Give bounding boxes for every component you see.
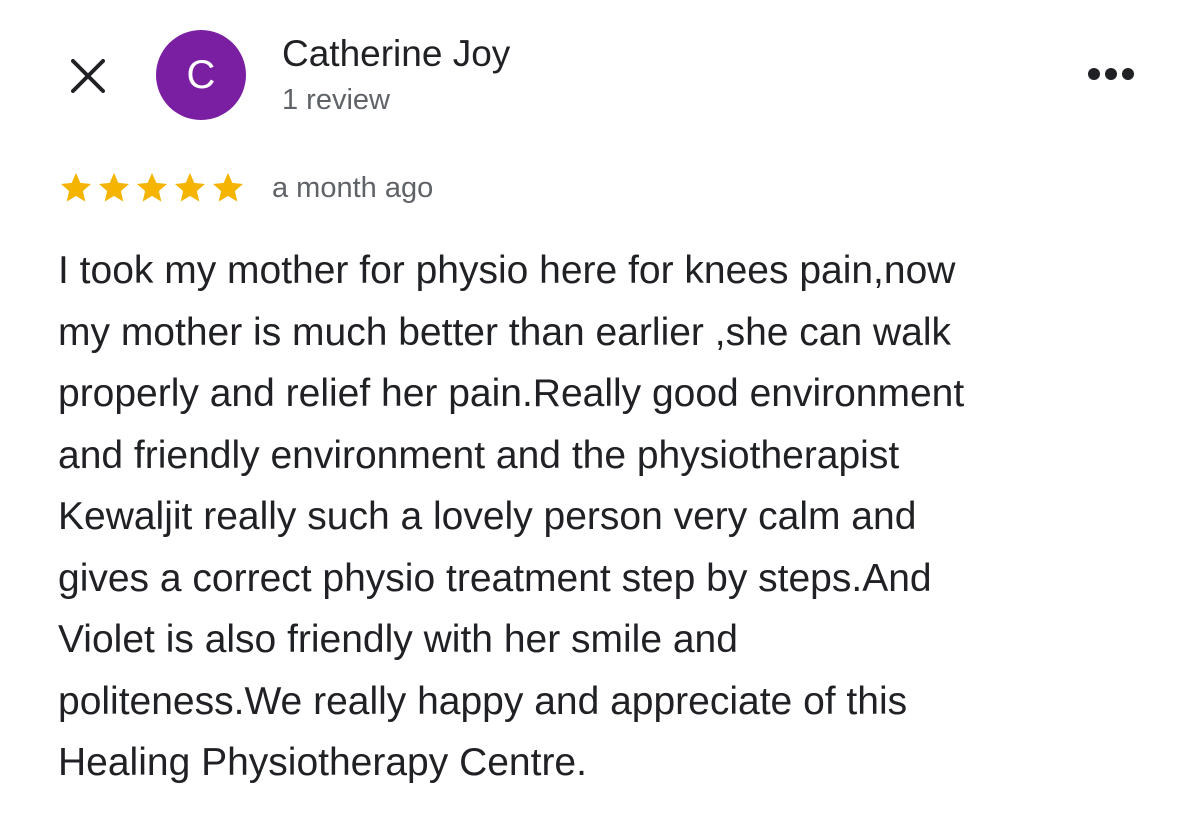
review-text-line: Violet is also friendly with her smile a… <box>58 618 738 661</box>
avatar-initial: C <box>186 53 216 97</box>
review-text-line: I took my mother for physio here for kne… <box>58 249 956 292</box>
close-icon <box>71 59 105 93</box>
reviewer-name[interactable]: Catherine Joy <box>282 32 510 76</box>
star-icon <box>96 170 132 206</box>
more-options-button[interactable] <box>1078 52 1144 96</box>
review-card: C Catherine Joy 1 review a month ago I t… <box>0 0 1200 834</box>
review-text-line: properly and relief her pain.Really good… <box>58 372 965 415</box>
star-icon <box>58 170 94 206</box>
star-icon <box>210 170 246 206</box>
review-text-line: Kewaljit really such a lovely person ver… <box>58 495 917 538</box>
review-text-line: gives a correct physio treatment step by… <box>58 556 932 600</box>
star-icon <box>134 170 170 206</box>
review-time: a month ago <box>272 172 434 204</box>
review-text-line: my mother is much better than earlier ,s… <box>58 310 952 354</box>
review-text-line: Healing Physiotherapy Centre. <box>58 741 587 784</box>
star-icon <box>172 170 208 206</box>
avatar[interactable]: C <box>156 30 246 120</box>
more-options-icon <box>1088 68 1134 80</box>
star-rating <box>58 170 246 206</box>
review-text-line: politeness.We really happy and appreciat… <box>58 679 908 723</box>
close-button[interactable] <box>60 48 116 104</box>
rating-row: a month ago <box>58 166 433 210</box>
review-text-line: and friendly environment and the physiot… <box>58 433 900 477</box>
review-count: 1 review <box>282 84 390 116</box>
review-text: I took my mother for physio here for kne… <box>58 240 1168 794</box>
